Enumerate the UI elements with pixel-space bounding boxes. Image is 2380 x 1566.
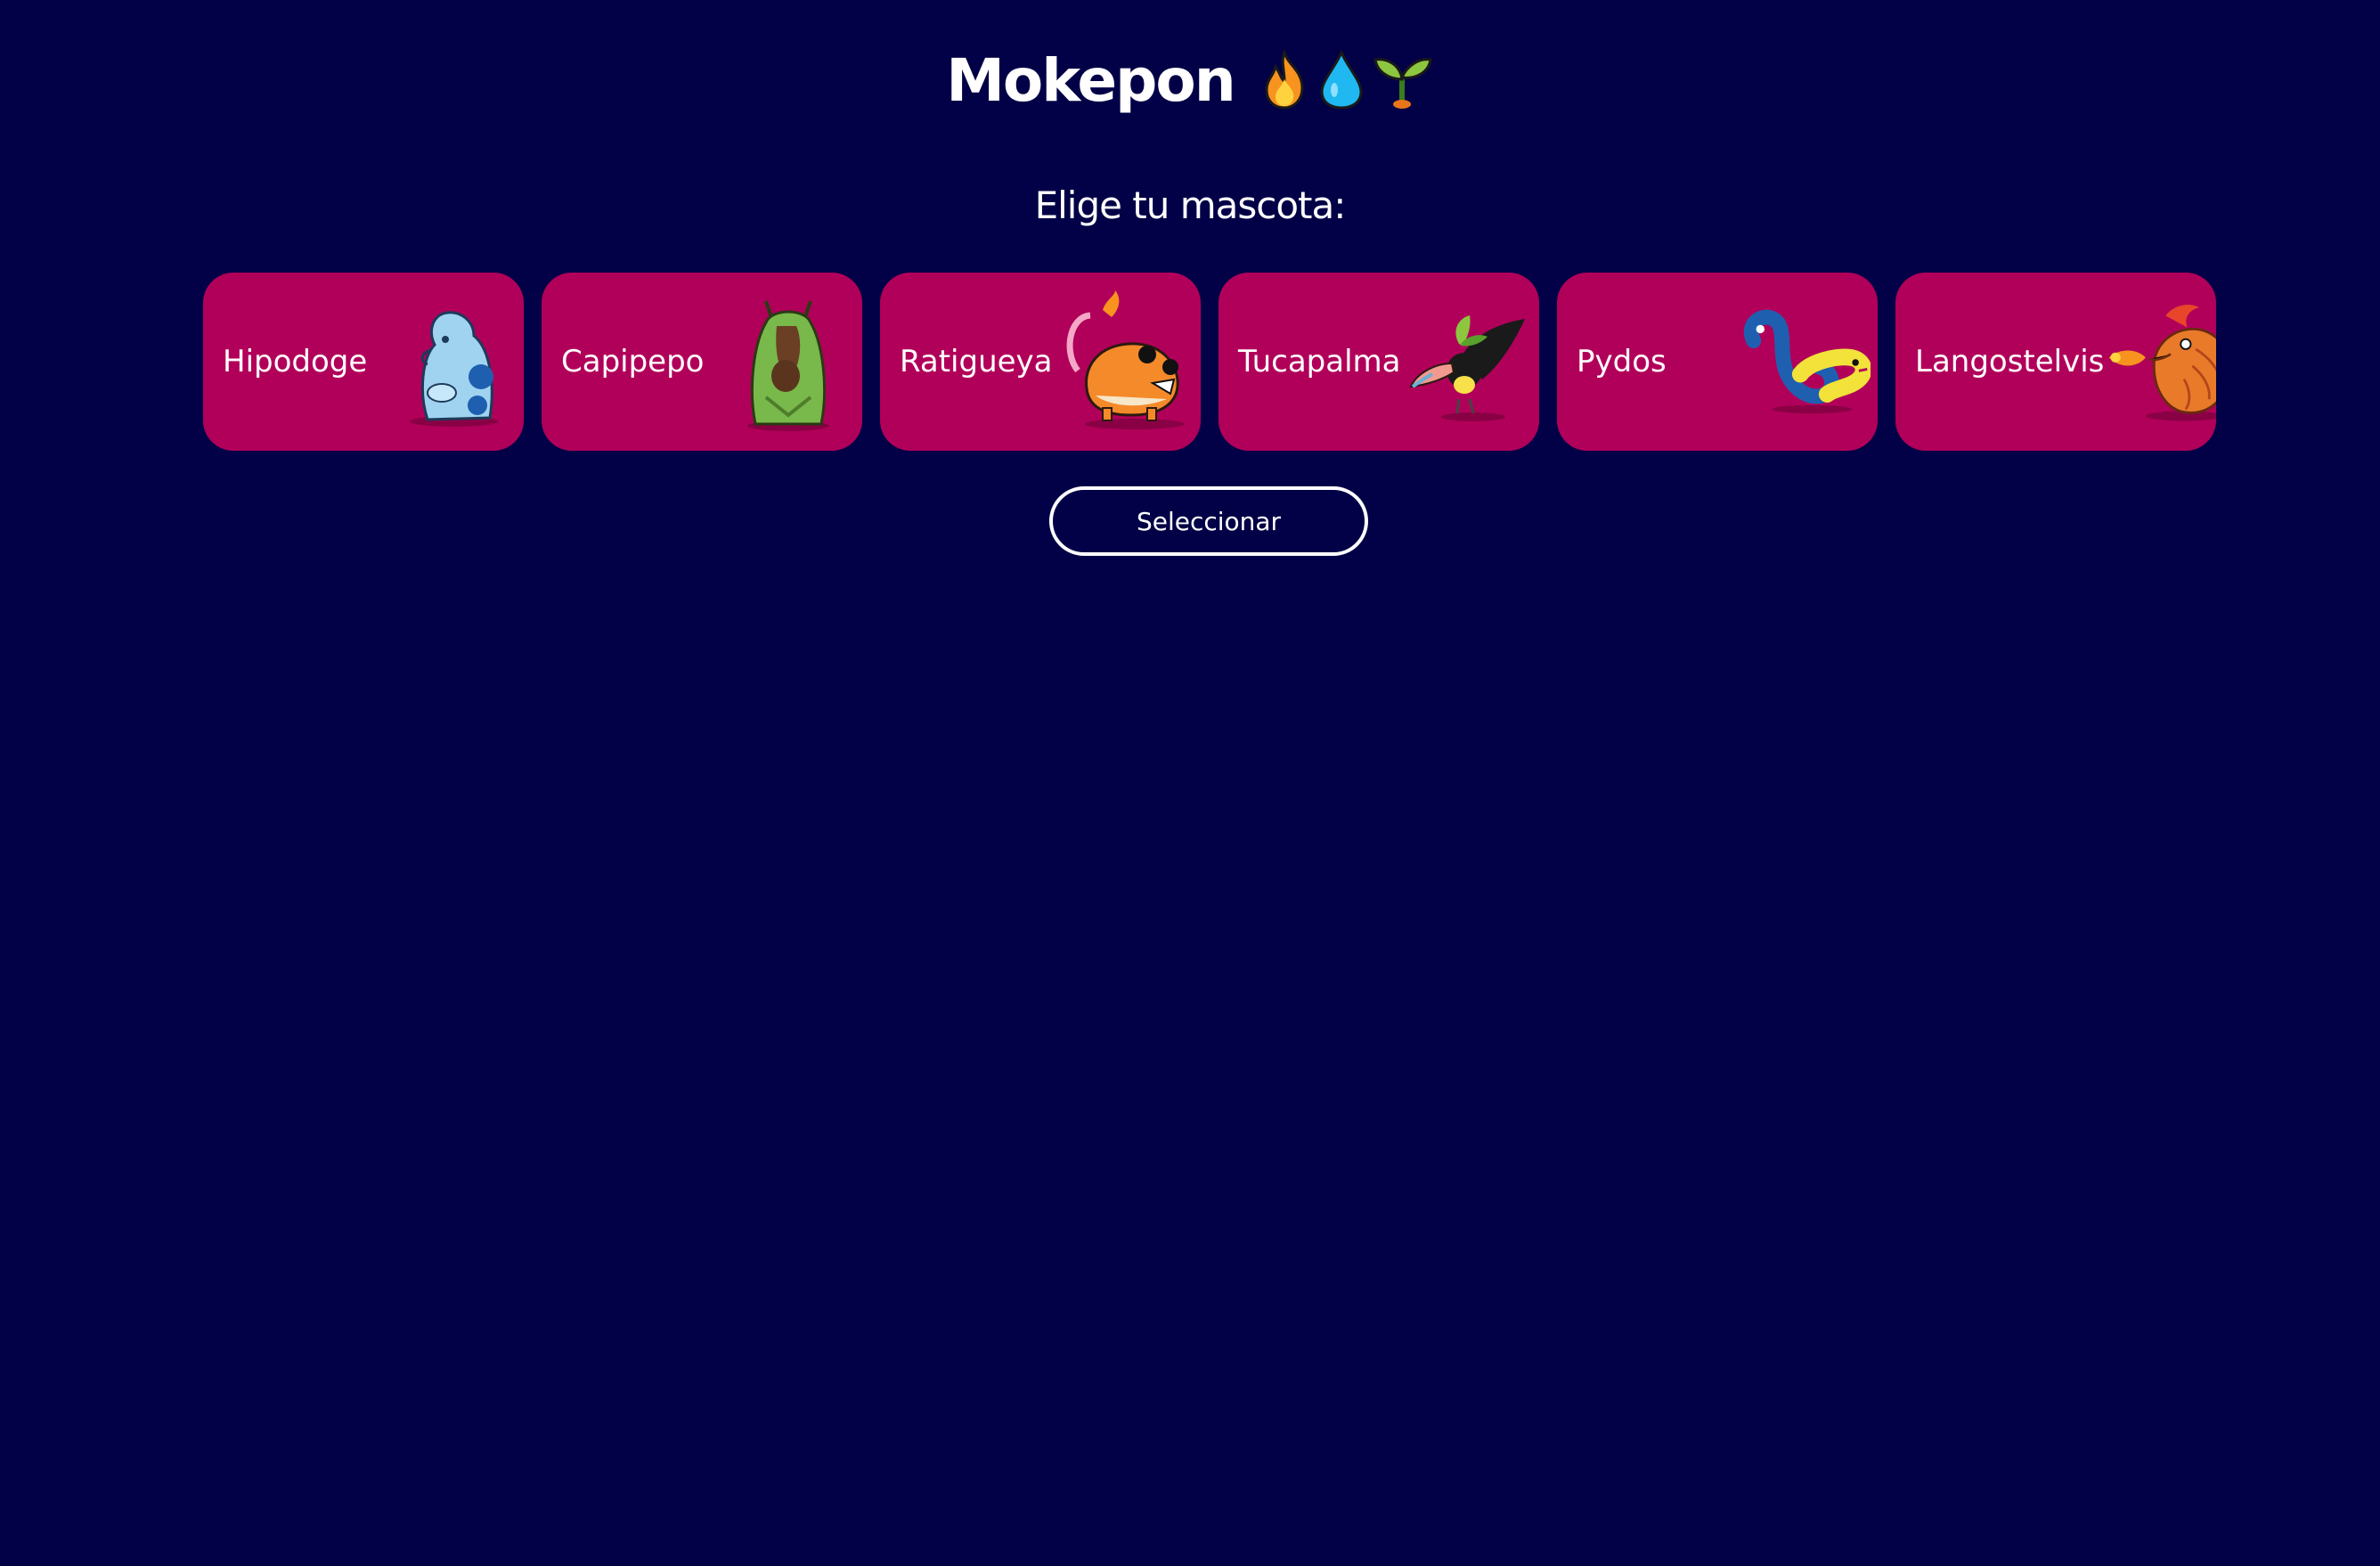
- water-drop-icon: [1318, 49, 1365, 111]
- pydos-art: [1737, 286, 1871, 437]
- pet-card-list: Hipodoge Capipepo Ratigueya Tucapalma Py…: [203, 273, 2216, 451]
- tucapalma-art: [1401, 286, 1535, 437]
- pet-card-langostelvis[interactable]: Langostelvis: [1895, 273, 2216, 451]
- app-title: Mokepon: [946, 45, 1235, 115]
- select-pet-button[interactable]: Seleccionar: [1049, 486, 1368, 556]
- ratigueya-art: [1060, 286, 1194, 437]
- hipodoge-art: [383, 286, 517, 437]
- pet-card-tucapalma[interactable]: Tucapalma: [1219, 273, 1539, 451]
- pet-name: Tucapalma: [1238, 344, 1401, 379]
- fire-icon: [1258, 49, 1311, 111]
- pet-name: Ratigueya: [900, 344, 1053, 379]
- pet-card-ratigueya[interactable]: Ratigueya: [880, 273, 1201, 451]
- pet-name: Langostelvis: [1915, 344, 2105, 379]
- sprout-icon: [1372, 49, 1434, 111]
- element-icons: [1258, 49, 1434, 111]
- choose-pet-heading: Elige tu mascota:: [1034, 184, 1347, 227]
- pet-card-capipepo[interactable]: Capipepo: [542, 273, 862, 451]
- pet-name: Capipepo: [561, 344, 705, 379]
- pet-name: Hipodoge: [223, 344, 368, 379]
- pet-name: Pydos: [1577, 344, 1667, 379]
- pet-card-pydos[interactable]: Pydos: [1557, 273, 1878, 451]
- langostelvis-art: [2104, 286, 2216, 437]
- capipepo-art: [721, 286, 855, 437]
- pet-card-hipodoge[interactable]: Hipodoge: [203, 273, 524, 451]
- header: Mokepon: [0, 36, 2380, 125]
